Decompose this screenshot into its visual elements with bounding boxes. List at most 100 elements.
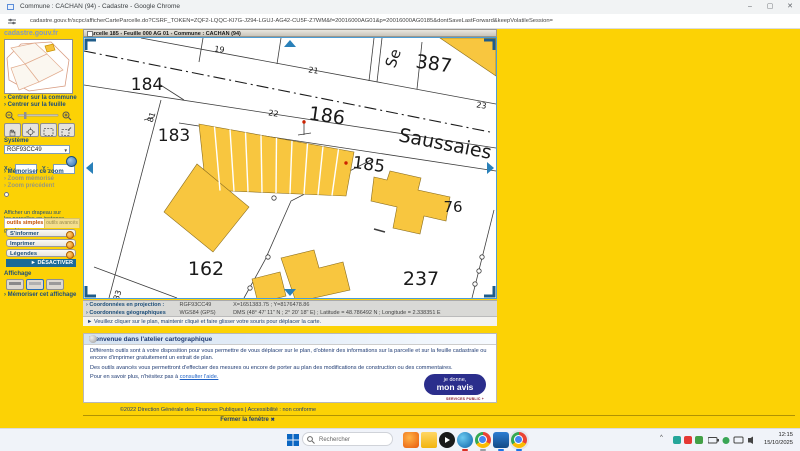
- tray-app-icon-red[interactable]: [684, 436, 692, 444]
- minimap-current-extent: [45, 44, 55, 52]
- memorized-zoom-link[interactable]: › Zoom mémorisé: [4, 176, 54, 182]
- outlook-icon[interactable]: [493, 432, 509, 448]
- chrome-icon[interactable]: [475, 432, 491, 448]
- tab-outils-avances[interactable]: outils avancés: [44, 218, 80, 228]
- zoom-slider-row[interactable]: [4, 110, 74, 121]
- house-number: 21: [308, 65, 319, 75]
- coords-projection-values: X=1651383.75 ; Y=8176478.86: [233, 302, 309, 308]
- taskbar: Rechercher ^ 12:15 15/10/2025: [0, 428, 800, 451]
- memorize-zoom-link[interactable]: › Mémoriser ce zoom: [4, 169, 64, 175]
- parcel-label: 162: [188, 258, 224, 280]
- volume-icon: [748, 437, 753, 445]
- dashed-rect-arrow-icon: [60, 127, 73, 137]
- tray-app-icon-green[interactable]: [695, 436, 703, 444]
- dashed-rect-icon: [42, 127, 55, 137]
- printer-icon: [66, 241, 74, 249]
- edge-icon[interactable]: [457, 432, 473, 448]
- center-feuille-link[interactable]: › Centrer sur la feuille: [4, 102, 66, 108]
- media-player-icon[interactable]: [439, 432, 455, 448]
- display-icon: [734, 437, 743, 443]
- coords-projection-link[interactable]: › Coordonnées en projection :: [86, 301, 178, 309]
- overview-minimap[interactable]: [4, 39, 73, 94]
- crosshair-icon: [24, 127, 37, 137]
- welcome-paragraph-1: Différents outils sont à votre dispositi…: [90, 348, 490, 363]
- parcel-label: 186: [307, 103, 346, 130]
- firefox-icon[interactable]: [403, 432, 419, 448]
- projection-select[interactable]: RGF93CC49 ▼: [4, 145, 70, 154]
- pan-up-arrow[interactable]: [284, 40, 296, 47]
- zoom-box-tool-button[interactable]: [40, 123, 57, 137]
- map-window-titlebar: Parcelle 185 - Feuille 000 AG 01 - Commu…: [83, 29, 497, 37]
- parcel-label: 237: [403, 268, 439, 290]
- search-placeholder: Rechercher: [319, 437, 350, 443]
- copyright-text: ©2022 Direction Générale des Finances Pu…: [83, 407, 353, 413]
- close-button[interactable]: ✕: [782, 2, 798, 12]
- close-window-link[interactable]: Fermer la fenêtre ✖: [155, 417, 340, 423]
- close-window-label: Fermer la fenêtre: [220, 417, 269, 423]
- start-button-icon[interactable]: [287, 434, 299, 446]
- parcel-185-marker: [344, 161, 347, 164]
- cadastre-logo: cadastre.gouv.fr: [4, 30, 58, 37]
- sidebar: cadastre.gouv.fr › Centrer sur la commun…: [2, 28, 80, 428]
- legendes-button[interactable]: Légendes: [6, 249, 76, 257]
- clock-date: 15/10/2025: [764, 439, 793, 447]
- pan-right-arrow[interactable]: [487, 162, 494, 174]
- footer-divider: [83, 415, 795, 416]
- imprimer-label: Imprimer: [10, 241, 35, 247]
- tray-app-icon-teal[interactable]: [673, 436, 681, 444]
- display-mode-3-button[interactable]: [46, 279, 64, 290]
- display-mode-1-button[interactable]: [6, 279, 24, 290]
- center-tool-button[interactable]: [22, 123, 39, 137]
- display-mode-row: [6, 279, 76, 288]
- taskbar-search[interactable]: Rechercher: [302, 432, 393, 446]
- sinformer-label: S'informer: [10, 231, 39, 237]
- minimize-button[interactable]: –: [742, 2, 758, 12]
- pan-left-arrow[interactable]: [86, 162, 93, 174]
- taskbar-clock[interactable]: 12:15 15/10/2025: [764, 431, 793, 447]
- je-donne-mon-avis-button[interactable]: je donne, mon avis: [424, 374, 486, 395]
- zoom-extent-tool-button[interactable]: [58, 123, 75, 137]
- chrome-active-icon[interactable]: [511, 432, 527, 448]
- address-bar[interactable]: cadastre.gouv.fr/scpc/afficherCarteParce…: [0, 14, 800, 29]
- welcome-title: Bienvenue dans l'atelier cartographique: [89, 336, 212, 343]
- previous-zoom-link[interactable]: › Zoom précédent: [4, 183, 54, 189]
- memorize-display-link[interactable]: › Mémoriser cet affichage: [4, 292, 76, 298]
- house-number: 23: [476, 100, 487, 110]
- desactiver-button[interactable]: ► DÉSACTIVER: [6, 259, 76, 267]
- tray-chevron-icon[interactable]: ^: [660, 435, 663, 441]
- projection-selected-value: RGF93CC49: [7, 147, 42, 153]
- avis-line2: mon avis: [424, 383, 486, 391]
- browser-titlebar: Commune : CACHAN (94) - Cadastre - Googl…: [0, 0, 800, 15]
- site-info-icon[interactable]: [8, 18, 16, 25]
- app-status-icon: [723, 437, 730, 444]
- center-commune-link[interactable]: › Centrer sur la commune: [4, 95, 77, 101]
- lot-number: 83: [112, 289, 124, 299]
- welcome-header: Bienvenue dans l'atelier cartographique: [84, 334, 496, 345]
- url-text[interactable]: cadastre.gouv.fr/scpc/afficherCarteParce…: [30, 18, 553, 24]
- chevron-down-icon: ▼: [64, 146, 68, 155]
- parcel-label: 183: [158, 126, 190, 146]
- window-title: Commune : CACHAN (94) - Cadastre - Googl…: [20, 3, 180, 10]
- file-explorer-icon[interactable]: [421, 432, 437, 448]
- parcel-label: 387: [414, 51, 453, 78]
- flag-checkbox[interactable]: [4, 192, 9, 197]
- parcel-186-marker: [302, 120, 305, 123]
- legend-icon: [66, 251, 74, 259]
- display-mode-2-button[interactable]: [26, 279, 44, 290]
- tab-outils-simples[interactable]: outils simples: [4, 218, 46, 228]
- legendes-label: Légendes: [10, 251, 37, 257]
- map-instruction-bar: ► Veuillez cliquer sur le plan, mainteni…: [83, 316, 497, 326]
- system-tray-icons[interactable]: [708, 436, 756, 445]
- maximize-button[interactable]: ▢: [762, 2, 778, 12]
- sinformer-button[interactable]: S'informer: [6, 229, 76, 237]
- pan-tool-button[interactable]: [4, 123, 21, 137]
- system-label: Système: [4, 138, 29, 144]
- consulter-aide-link[interactable]: consulter l'aide.: [180, 374, 219, 380]
- house-number: 19: [214, 44, 225, 54]
- services-public-logo: SERVICES PUBLIC +: [446, 397, 484, 401]
- welcome-help-icon[interactable]: [89, 335, 97, 343]
- go-coordinates-button[interactable]: [66, 156, 77, 167]
- info-icon: [66, 231, 74, 239]
- imprimer-button[interactable]: Imprimer: [6, 239, 76, 247]
- cadastral-map[interactable]: 184 183 186 185 387 76 162 237 Saussaies…: [83, 37, 497, 299]
